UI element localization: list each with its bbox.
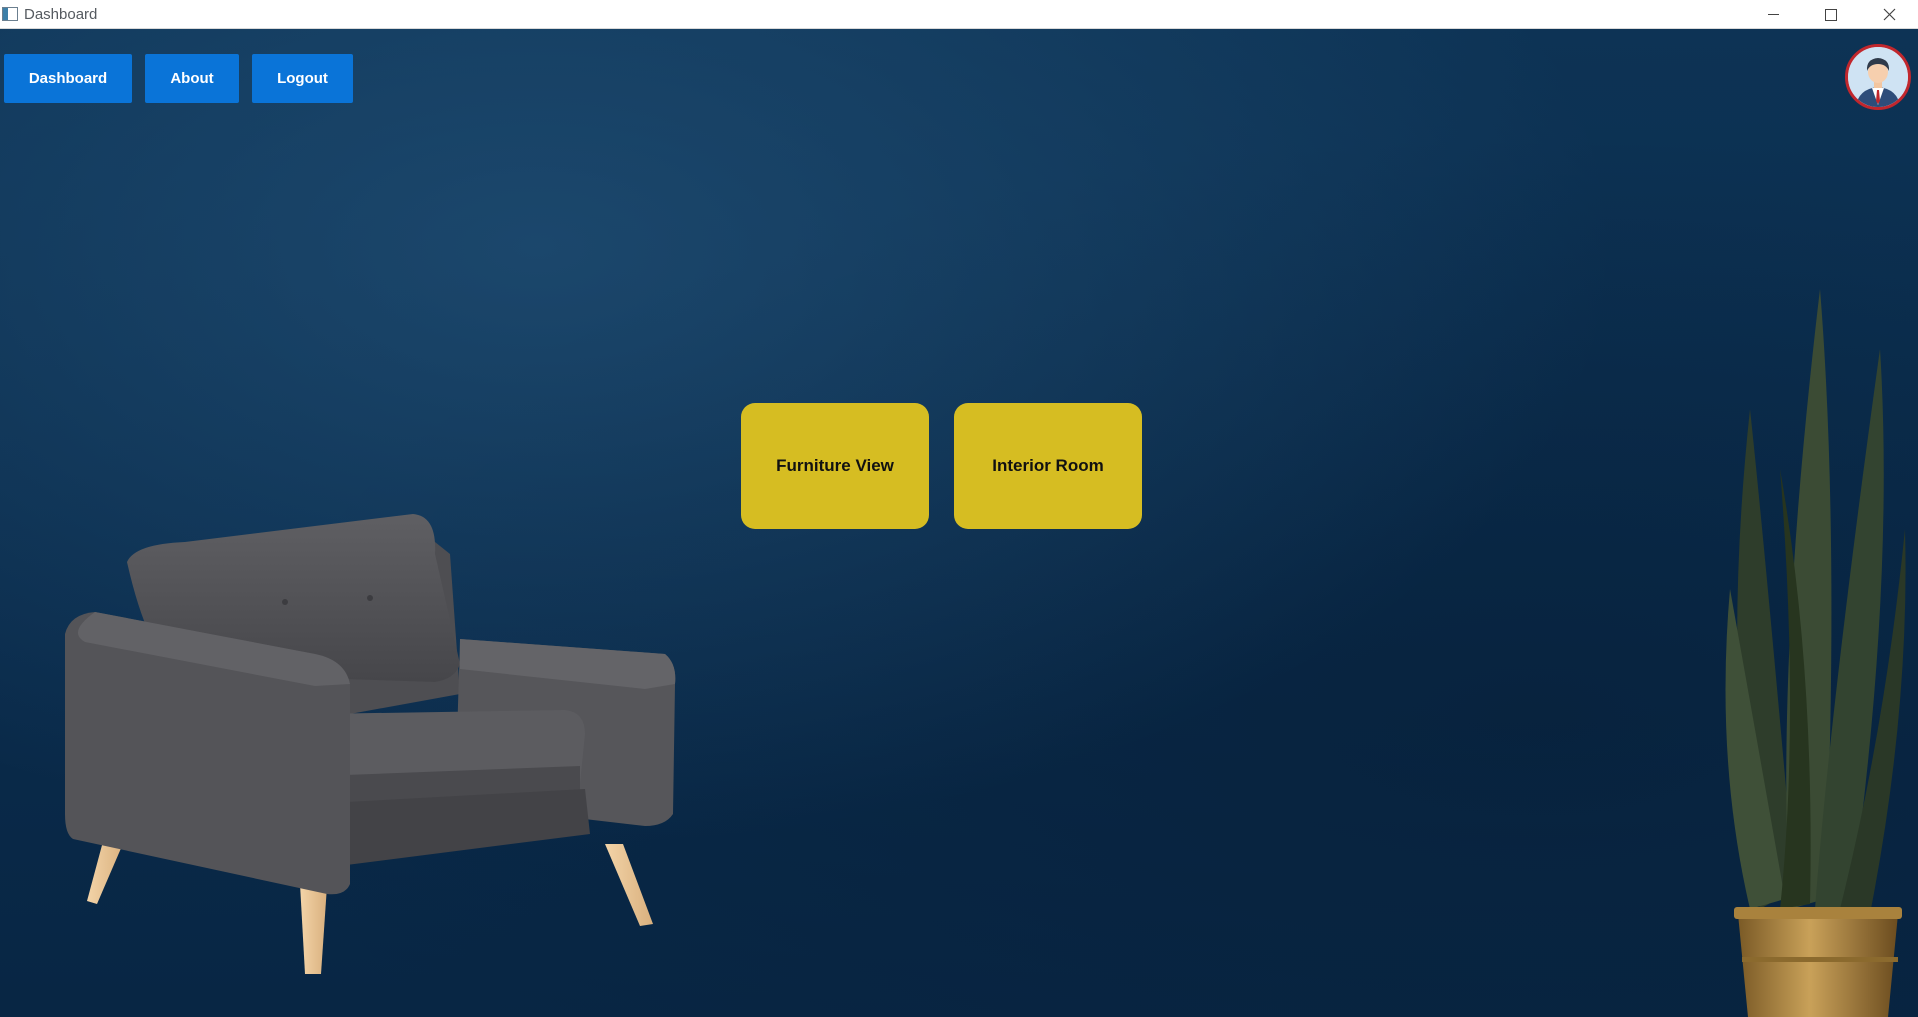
maximize-icon [1825,8,1837,21]
app-window-icon [2,7,18,21]
interior-room-button[interactable]: Interior Room [954,403,1142,529]
snake-plant-image [1725,289,1906,1017]
about-button[interactable]: About [145,54,239,103]
minimize-button[interactable] [1744,0,1802,29]
minimize-icon [1767,14,1779,15]
close-icon [1883,8,1895,21]
armchair-image [65,514,676,974]
app-window: Dashboard Dashboard About Logout Furnitu… [0,0,1918,1017]
dashboard-button[interactable]: Dashboard [4,54,132,103]
dashboard-main: Dashboard About Logout Furniture View In… [0,29,1918,1017]
furniture-view-button[interactable]: Furniture View [741,403,929,529]
profile-avatar-button[interactable] [1845,44,1911,110]
window-controls [1744,0,1918,29]
top-nav: Dashboard About Logout [4,54,353,103]
close-button[interactable] [1860,0,1918,29]
logout-button[interactable]: Logout [252,54,353,103]
window-title: Dashboard [24,5,98,23]
title-bar: Dashboard [0,0,1918,29]
user-avatar-icon [1848,47,1908,107]
maximize-button[interactable] [1802,0,1860,29]
